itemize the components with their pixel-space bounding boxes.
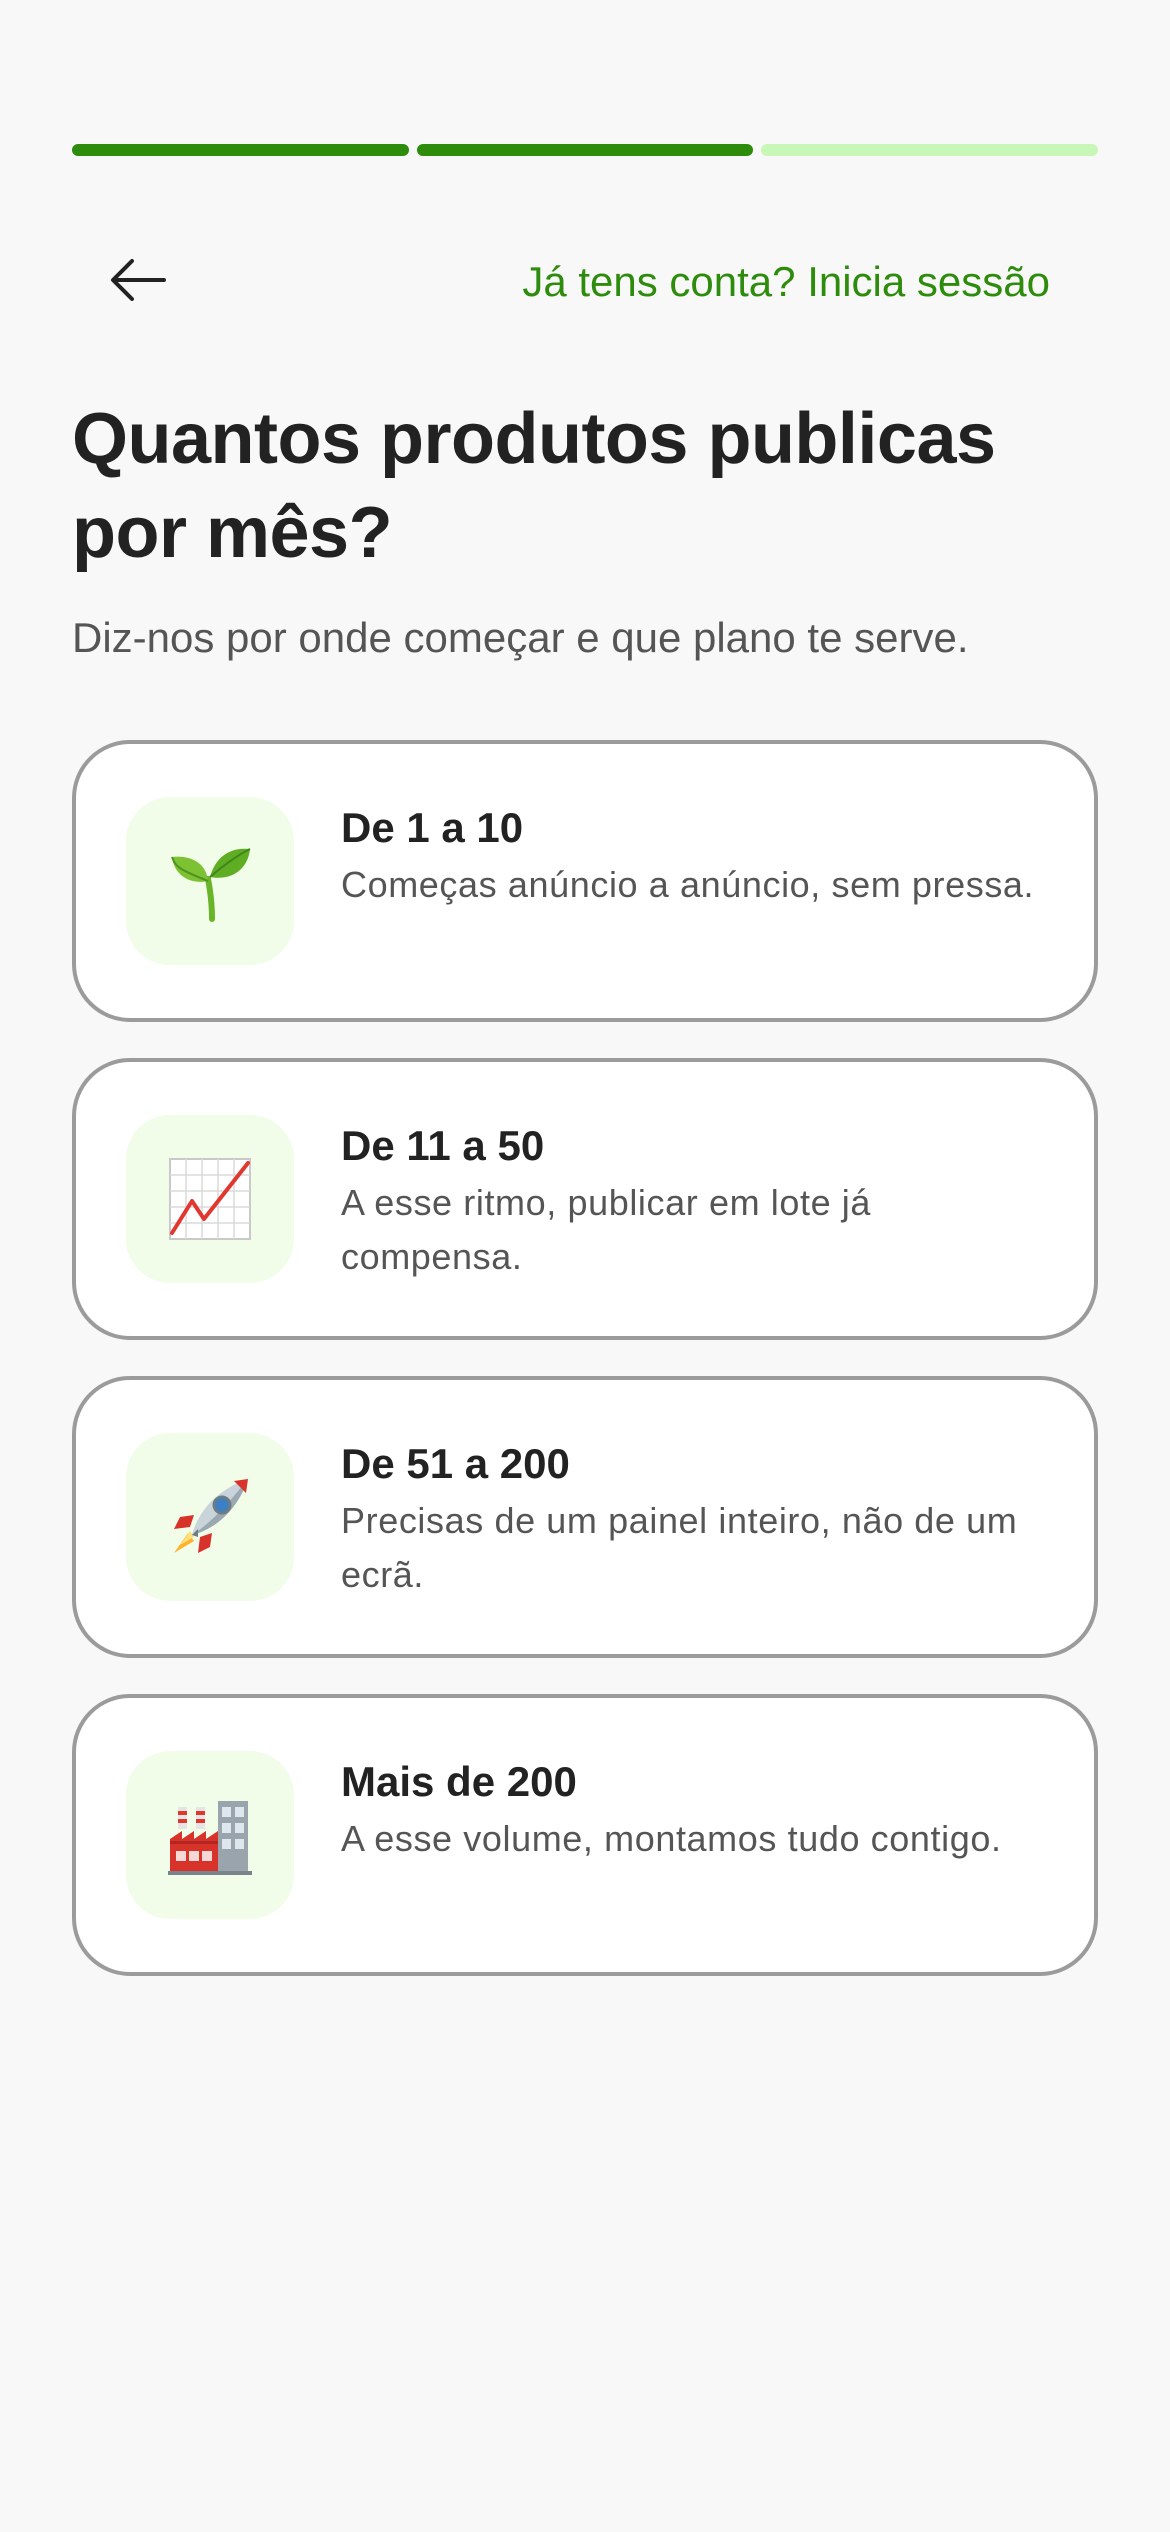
options-list: De 1 a 10 Começas anúncio a anúncio, sem… <box>72 740 1098 2012</box>
option-icon-container <box>126 797 294 965</box>
login-link[interactable]: Já tens conta? Inicia sessão <box>522 252 1050 312</box>
option-card-11-50[interactable]: De 11 a 50 A esse ritmo, publicar em lot… <box>72 1058 1098 1340</box>
rocket-icon <box>168 1475 252 1559</box>
page-title: Quantos produtos publicas por mês? <box>72 399 996 573</box>
option-description: Começas anúncio a anúncio, sem pressa. <box>341 864 1035 905</box>
chart-increasing-icon <box>168 1157 252 1241</box>
onboarding-screen: Já tens conta? Inicia sessão Quantos pro… <box>0 0 1170 2532</box>
option-icon-container <box>126 1433 294 1601</box>
option-label: De 51 a 200 <box>341 1440 570 1487</box>
option-icon-container <box>126 1751 294 1919</box>
option-label: De 1 a 10 <box>341 804 524 851</box>
option-text: De 51 a 200 Precisas de um painel inteir… <box>341 1436 1054 1602</box>
option-description: A esse volume, montamos tudo contigo. <box>341 1818 1002 1859</box>
option-label: Mais de 200 <box>341 1758 577 1805</box>
progress-step-3 <box>761 144 1099 156</box>
page-subtitle: Diz-nos por onde começar e que plano te … <box>72 614 969 661</box>
option-text: De 11 a 50 A esse ritmo, publicar em lot… <box>341 1118 1054 1284</box>
factory-icon <box>168 1793 252 1877</box>
option-description: Precisas de um painel inteiro, não de um… <box>341 1500 1018 1595</box>
option-card-51-200[interactable]: De 51 a 200 Precisas de um painel inteir… <box>72 1376 1098 1658</box>
option-label: De 11 a 50 <box>341 1122 545 1169</box>
seedling-icon <box>168 839 252 923</box>
option-text: De 1 a 10 Começas anúncio a anúncio, sem… <box>341 800 1054 912</box>
progress-step-1 <box>72 144 409 156</box>
back-button[interactable] <box>96 240 180 324</box>
option-icon-container <box>126 1115 294 1283</box>
progress-step-2 <box>416 144 754 156</box>
option-card-1-10[interactable]: De 1 a 10 Começas anúncio a anúncio, sem… <box>72 740 1098 1022</box>
arrow-left-icon <box>110 258 166 307</box>
progress-bar <box>72 144 1099 156</box>
option-description: A esse ritmo, publicar em lote já compen… <box>341 1182 872 1277</box>
option-card-200-plus[interactable]: Mais de 200 A esse volume, montamos tudo… <box>72 1694 1098 1976</box>
option-text: Mais de 200 A esse volume, montamos tudo… <box>341 1754 1054 1866</box>
